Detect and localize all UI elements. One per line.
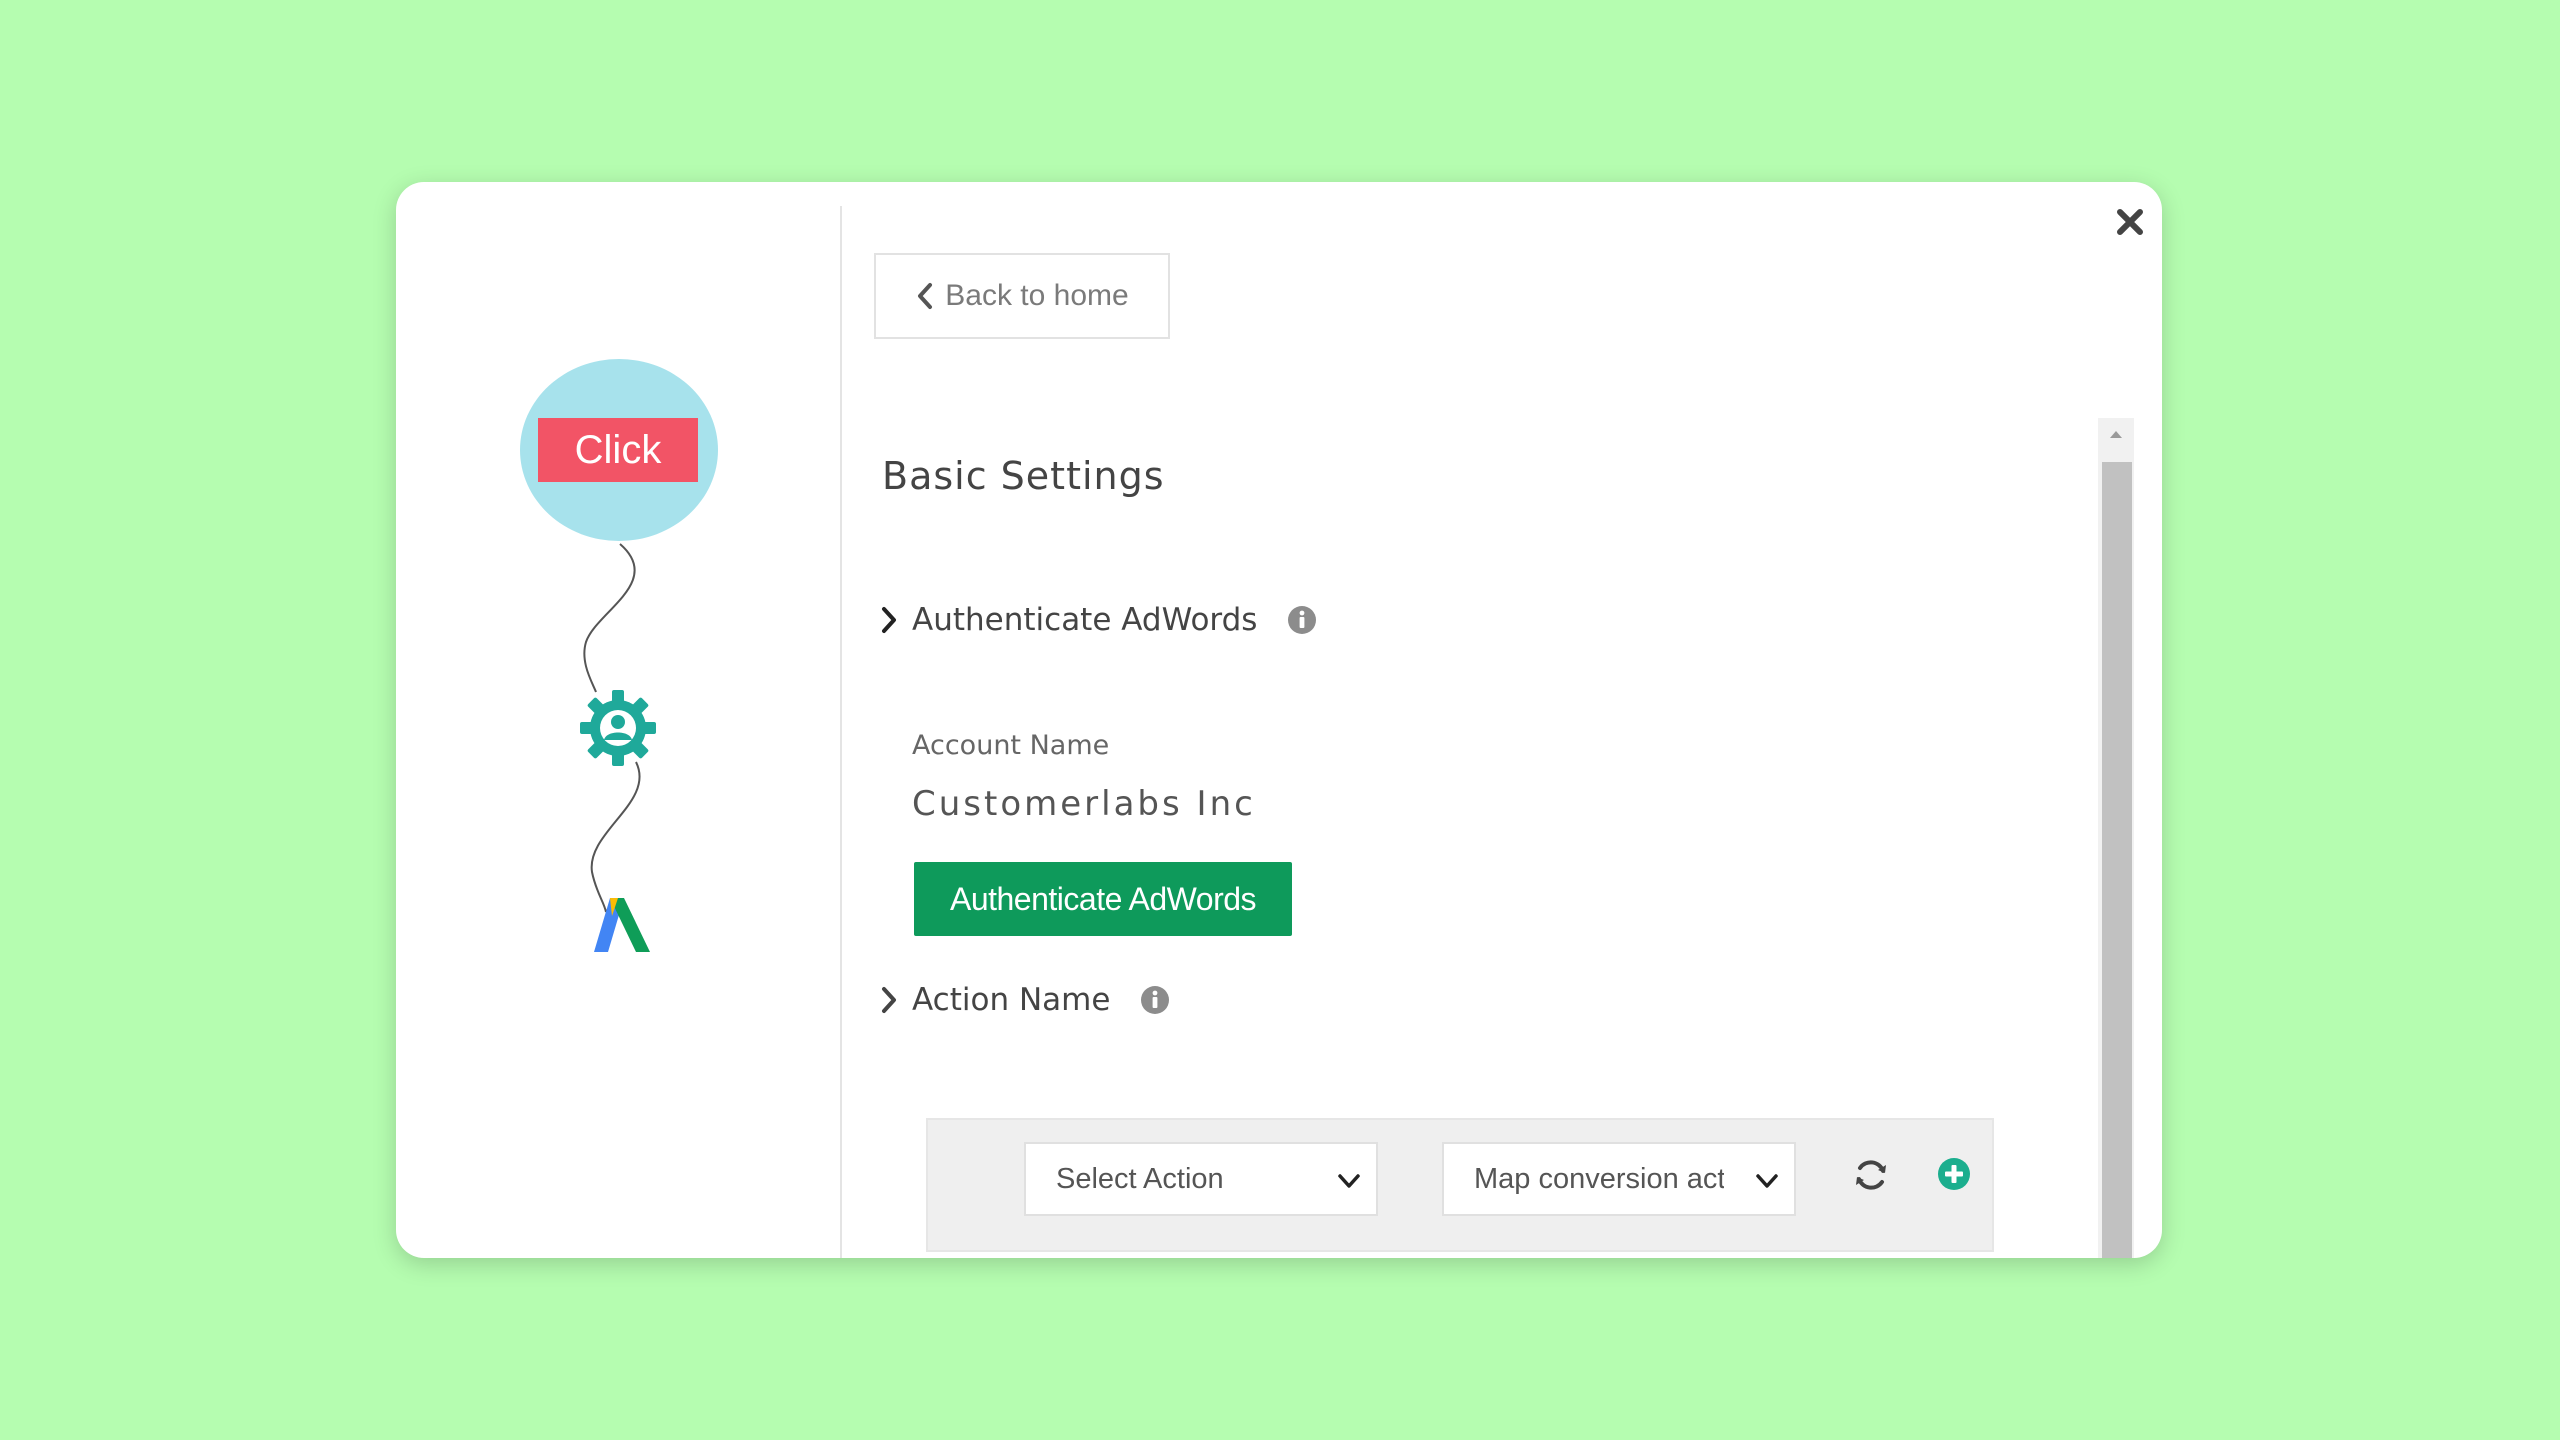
scroll-up-arrow-icon[interactable] — [2098, 418, 2134, 448]
flow-diagram: Click — [396, 182, 836, 1258]
panel-divider — [840, 206, 842, 1258]
chevron-down-icon — [1338, 1174, 1360, 1188]
account-name-value: Customerlabs Inc — [912, 784, 1256, 824]
back-to-home-button[interactable]: Back to home — [874, 253, 1170, 339]
refresh-icon[interactable] — [1852, 1156, 1890, 1194]
chevron-right-icon — [882, 987, 896, 1013]
gear-user-icon — [580, 690, 656, 766]
accordion-action-label: Action Name — [912, 982, 1111, 1018]
scrollbar-thumb[interactable] — [2102, 462, 2132, 1258]
accordion-authenticate-label: Authenticate AdWords — [912, 602, 1258, 638]
authenticate-adwords-button[interactable]: Authenticate AdWords — [914, 862, 1292, 936]
select-action-dropdown[interactable]: Select Action — [1024, 1142, 1378, 1216]
settings-modal: Click Back to home Basic Settings Authen… — [396, 182, 2162, 1258]
google-adwords-logo — [594, 898, 650, 952]
select-action-value: Select Action — [1056, 1162, 1224, 1195]
info-icon[interactable] — [1140, 985, 1170, 1015]
account-name-label: Account Name — [912, 730, 1110, 761]
page-title: Basic Settings — [882, 454, 1165, 498]
info-icon[interactable] — [1287, 605, 1317, 635]
add-circle-icon[interactable] — [1936, 1156, 1972, 1192]
chevron-right-icon — [882, 607, 896, 633]
back-to-home-label: Back to home — [945, 279, 1129, 312]
chevron-left-icon — [918, 283, 933, 309]
map-conversion-action-dropdown[interactable]: Map conversion acti — [1442, 1142, 1796, 1216]
chevron-down-icon — [1756, 1174, 1778, 1188]
accordion-action-name[interactable]: Action Name — [880, 982, 1170, 1018]
map-conversion-action-value: Map conversion acti — [1474, 1162, 1724, 1195]
accordion-authenticate-adwords[interactable]: Authenticate AdWords — [880, 602, 1317, 638]
close-icon[interactable] — [2110, 202, 2150, 242]
